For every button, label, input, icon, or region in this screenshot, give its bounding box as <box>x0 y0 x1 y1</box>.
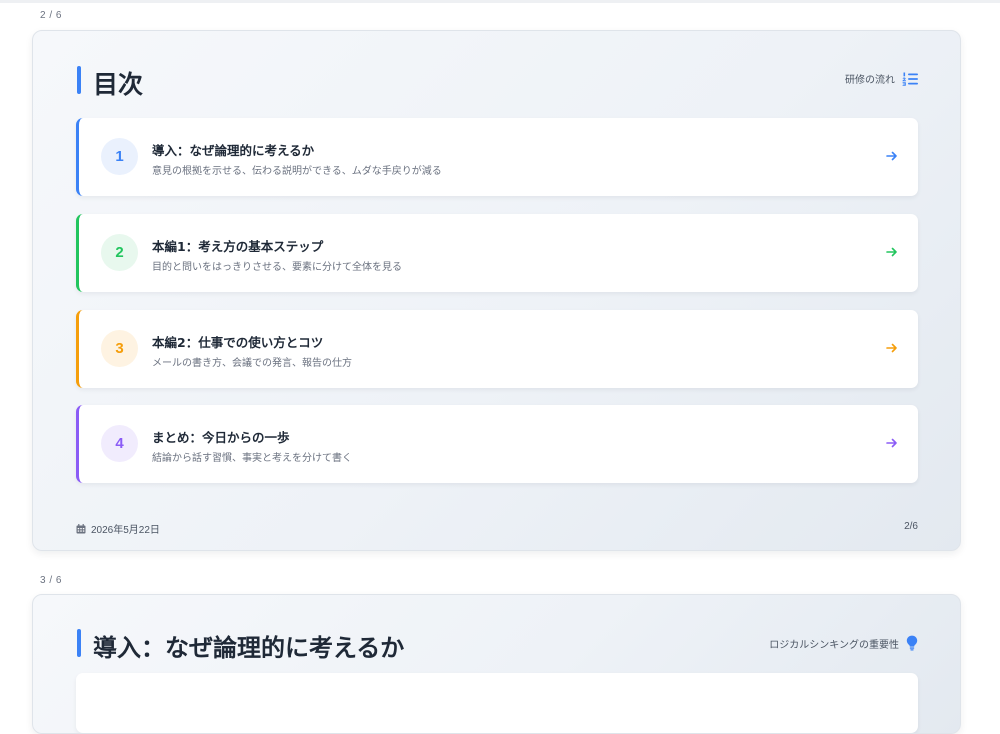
toc-number-badge: 4 <box>101 425 138 462</box>
toc-number-badge: 1 <box>101 138 138 175</box>
slide-title: 導入：なぜ論理的に考えるか <box>93 634 405 662</box>
title-accent-bar <box>77 66 81 94</box>
top-divider <box>0 0 1000 3</box>
toc-item-1[interactable]: 1 導入：なぜ論理的に考えるか 意見の根拠を示せる、伝わる説明ができる、ムダな手… <box>76 118 918 196</box>
slide-header-right: ロジカルシンキングの重要性 <box>769 635 918 651</box>
toc-item-title: 本編1：考え方の基本ステップ <box>152 239 324 254</box>
toc-item-4[interactable]: 4 まとめ：今日からの一歩 結論から話す習慣、事実と考えを分けて書く <box>76 405 918 483</box>
calendar-icon <box>76 523 86 533</box>
date-text: 2026年5月22日 <box>91 525 160 536</box>
slide-page-number: 2/6 <box>904 521 918 532</box>
arrow-right-icon <box>886 247 897 257</box>
toc-number-badge: 3 <box>101 330 138 367</box>
toc-item-description: 意見の根拠を示せる、伝わる説明ができる、ムダな手戻りが減る <box>152 166 442 177</box>
page-indicator: 2 / 6 <box>40 10 62 21</box>
toc-item-2[interactable]: 2 本編1：考え方の基本ステップ 目的と問いをはっきりさせる、要素に分けて全体を… <box>76 214 918 292</box>
slide-title: 目次 <box>93 70 144 99</box>
toc-item-title: まとめ：今日からの一歩 <box>152 430 290 445</box>
lightbulb-icon <box>906 635 918 651</box>
toc-item-description: 目的と問いをはっきりさせる、要素に分けて全体を見る <box>152 262 402 273</box>
arrow-right-icon <box>886 151 897 161</box>
toc-item-description: メールの書き方、会議での発言、報告の仕方 <box>152 358 352 369</box>
content-card <box>76 673 918 733</box>
toc-item-3[interactable]: 3 本編2：仕事での使い方とコツ メールの書き方、会議での発言、報告の仕方 <box>76 310 918 388</box>
slide-footer-date: 2026年5月22日 <box>76 521 160 536</box>
slide-intro: 導入：なぜ論理的に考えるか ロジカルシンキングの重要性 <box>32 594 961 734</box>
slide-toc: 目次 研修の流れ 1 導入：なぜ論理的に考えるか 意見の根拠を示せる、伝わる説明… <box>32 30 961 551</box>
toc-item-description: 結論から話す習慣、事実と考えを分けて書く <box>152 453 352 464</box>
arrow-right-icon <box>886 438 897 448</box>
toc-number-badge: 2 <box>101 234 138 271</box>
header-label: ロジカルシンキングの重要性 <box>769 639 899 651</box>
page-indicator: 3 / 6 <box>40 575 62 586</box>
list-ordered-icon <box>902 72 918 86</box>
title-accent-bar <box>77 629 81 657</box>
toc-item-title: 導入：なぜ論理的に考えるか <box>152 143 315 158</box>
arrow-right-icon <box>886 343 897 353</box>
header-label: 研修の流れ <box>845 75 895 86</box>
toc-item-title: 本編2：仕事での使い方とコツ <box>152 335 324 350</box>
slide-header-right: 研修の流れ <box>845 71 918 86</box>
